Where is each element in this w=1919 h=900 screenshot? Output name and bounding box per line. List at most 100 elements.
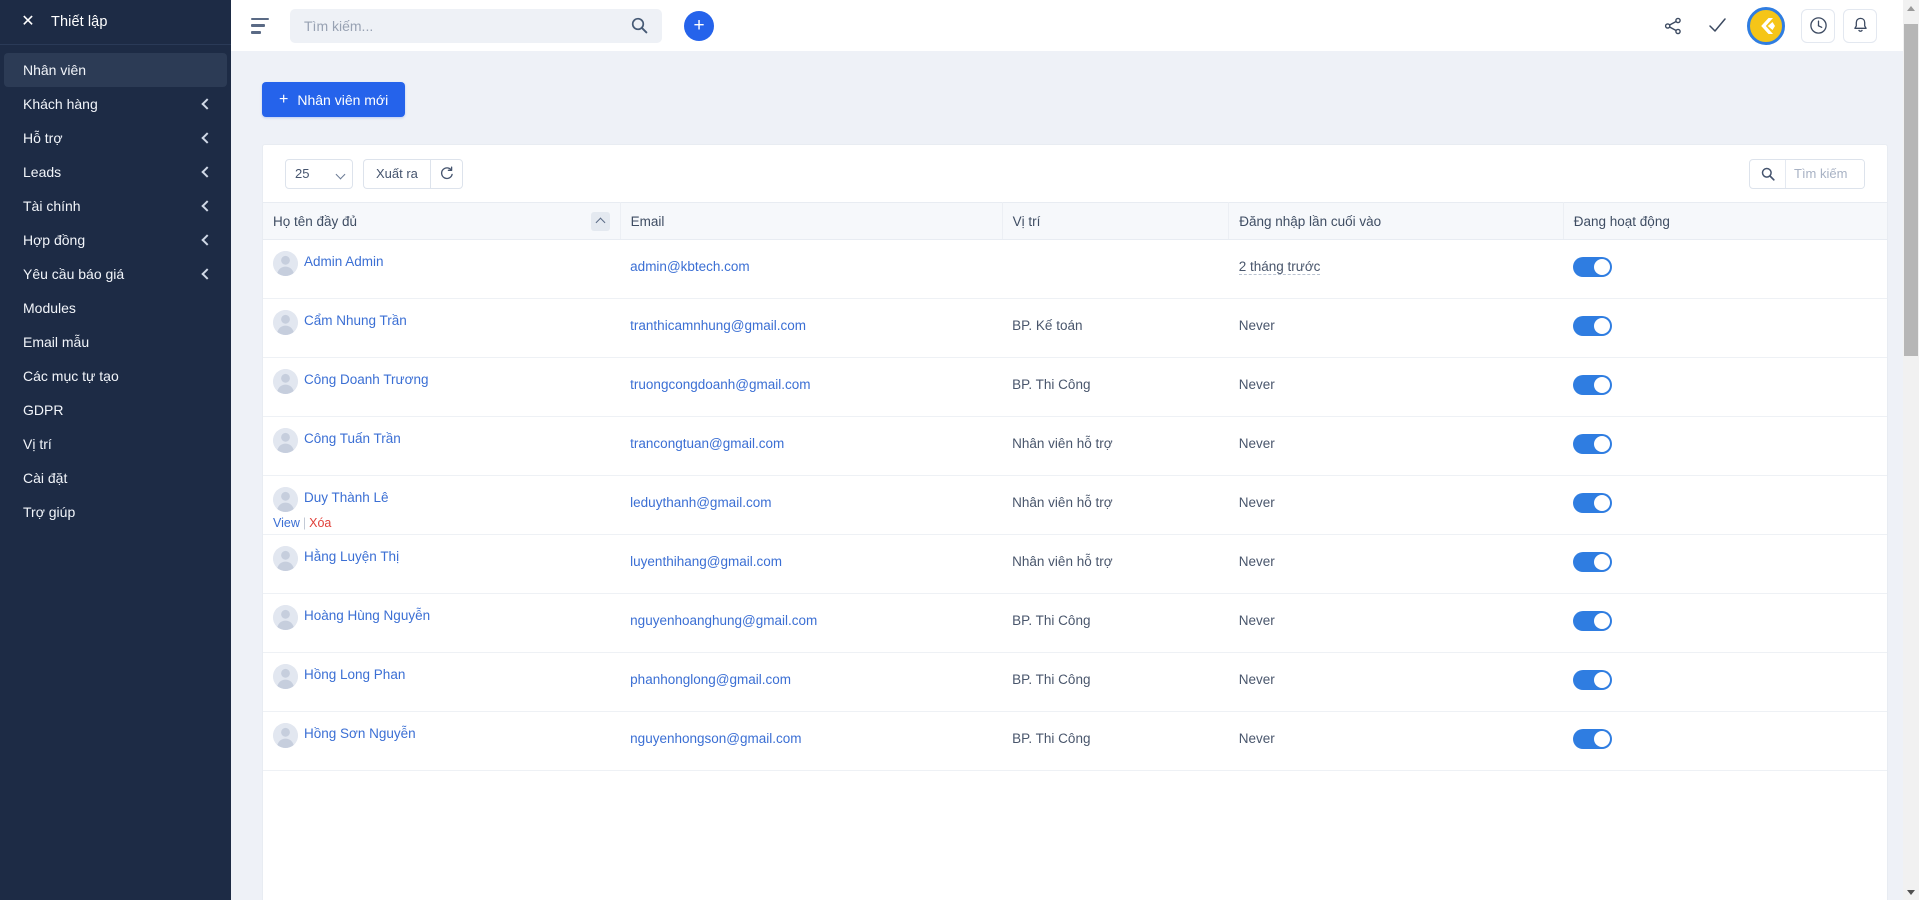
sidebar-item-label: Yêu cầu báo giá bbox=[23, 266, 201, 282]
table-row[interactable]: Công Tuấn Trầntrancongtuan@gmail.comNhân… bbox=[263, 417, 1887, 476]
active-toggle[interactable] bbox=[1573, 257, 1612, 277]
staff-name-link[interactable]: Hồng Sơn Nguyễn bbox=[304, 723, 416, 744]
table-row[interactable]: Hồng Long Phanphanhonglong@gmail.comBP. … bbox=[263, 653, 1887, 712]
active-toggle[interactable] bbox=[1573, 670, 1612, 690]
column-header-fullname[interactable]: Họ tên đầy đủ bbox=[263, 203, 620, 240]
table-row[interactable]: Công Doanh Trương truongcongdoanh@gmail.c… bbox=[263, 358, 1887, 417]
table-row[interactable]: Duy Thành LêView|Xóaleduythanh@gmail.com… bbox=[263, 476, 1887, 535]
scrollbar-thumb[interactable] bbox=[1904, 24, 1918, 356]
global-search[interactable] bbox=[290, 9, 662, 43]
sidebar-item-10[interactable]: GDPR bbox=[4, 393, 227, 427]
column-header-position[interactable]: Vị trí bbox=[1002, 203, 1229, 240]
scroll-down-arrow-icon[interactable] bbox=[1903, 884, 1919, 900]
sidebar-item-3[interactable]: Leads bbox=[4, 155, 227, 189]
sidebar-item-11[interactable]: Vị trí bbox=[4, 427, 227, 461]
cell-last-login: Never bbox=[1229, 653, 1564, 712]
active-toggle[interactable] bbox=[1573, 434, 1612, 454]
export-button[interactable]: Xuất ra bbox=[363, 159, 430, 189]
refresh-icon[interactable] bbox=[430, 159, 463, 189]
sidebar-item-6[interactable]: Yêu cầu báo giá bbox=[4, 257, 227, 291]
row-view-link[interactable]: View bbox=[273, 516, 300, 530]
check-icon[interactable] bbox=[1695, 4, 1739, 48]
toolbar-button-group: Xuất ra bbox=[363, 159, 463, 189]
staff-email-link[interactable]: nguyenhongson@gmail.com bbox=[630, 731, 801, 746]
staff-name-link[interactable]: Cẩm Nhung Trần bbox=[304, 310, 407, 331]
brand-avatar[interactable] bbox=[1747, 7, 1785, 45]
staff-email-link[interactable]: admin@kbtech.com bbox=[630, 259, 750, 274]
chevron-left-icon[interactable] bbox=[201, 235, 211, 245]
table-search-icon[interactable] bbox=[1750, 160, 1786, 188]
chevron-left-icon[interactable] bbox=[201, 201, 211, 211]
staff-email-link[interactable]: trancongtuan@gmail.com bbox=[630, 436, 784, 451]
cell-fullname: Hồng Sơn Nguyễn bbox=[263, 712, 620, 771]
active-toggle[interactable] bbox=[1573, 316, 1612, 336]
top-header: + bbox=[231, 0, 1919, 51]
staff-name-link[interactable]: Hồng Long Phan bbox=[304, 664, 405, 685]
sidebar-item-label: Modules bbox=[23, 300, 211, 316]
avatar-icon bbox=[273, 723, 298, 748]
sidebar-item-4[interactable]: Tài chính bbox=[4, 189, 227, 223]
table-row[interactable]: Hoàng Hùng Nguyễn nguyenhoanghung@gmail.c… bbox=[263, 594, 1887, 653]
chevron-left-icon[interactable] bbox=[201, 99, 211, 109]
table-row[interactable]: Hằng Luyện Thịluyenthihang@gmail.comNhân… bbox=[263, 535, 1887, 594]
column-header-last-login[interactable]: Đăng nhập lần cuối vào bbox=[1229, 203, 1564, 240]
staff-name-link[interactable]: Công Doanh Trương bbox=[304, 369, 428, 390]
sidebar-item-8[interactable]: Email mẫu bbox=[4, 325, 227, 359]
table-row[interactable]: Hồng Sơn Nguyễnnguyenhongson@gmail.comBP… bbox=[263, 712, 1887, 771]
table-search-input[interactable] bbox=[1786, 160, 1864, 188]
sort-asc-icon[interactable] bbox=[591, 212, 610, 231]
sidebar-item-2[interactable]: Hỗ trợ bbox=[4, 121, 227, 155]
active-toggle[interactable] bbox=[1573, 729, 1612, 749]
active-toggle[interactable] bbox=[1573, 493, 1612, 513]
search-input[interactable] bbox=[290, 18, 631, 34]
staff-email-link[interactable]: tranthicamnhung@gmail.com bbox=[630, 318, 806, 333]
cell-active bbox=[1563, 417, 1887, 476]
sidebar-item-12[interactable]: Cài đặt bbox=[4, 461, 227, 495]
page-scrollbar[interactable] bbox=[1903, 0, 1919, 900]
staff-name-link[interactable]: Hằng Luyện Thị bbox=[304, 546, 399, 567]
staff-name-link[interactable]: Duy Thành Lê bbox=[304, 487, 389, 508]
search-icon[interactable] bbox=[631, 17, 648, 34]
bell-icon[interactable] bbox=[1843, 9, 1877, 43]
staff-email-link[interactable]: leduythanh@gmail.com bbox=[630, 495, 771, 510]
sidebar-item-label: Hợp đồng bbox=[23, 232, 201, 248]
row-delete-link[interactable]: Xóa bbox=[309, 516, 331, 530]
chevron-left-icon[interactable] bbox=[201, 269, 211, 279]
cell-active bbox=[1563, 358, 1887, 417]
add-button[interactable]: + bbox=[684, 11, 714, 41]
sidebar-item-9[interactable]: Các mục tự tạo bbox=[4, 359, 227, 393]
clock-icon[interactable] bbox=[1801, 9, 1835, 43]
staff-email-link[interactable]: truongcongdoanh@gmail.com bbox=[630, 377, 810, 392]
sidebar-item-13[interactable]: Trợ giúp bbox=[4, 495, 227, 529]
staff-name-link[interactable]: Công Tuấn Trần bbox=[304, 428, 401, 449]
cell-active bbox=[1563, 594, 1887, 653]
page-length-select[interactable]: 102550100 bbox=[285, 159, 353, 189]
cell-last-login: 2 tháng trước bbox=[1229, 240, 1564, 299]
chevron-left-icon[interactable] bbox=[201, 167, 211, 177]
new-staff-button[interactable]: + Nhân viên mới bbox=[262, 82, 405, 117]
hamburger-icon[interactable] bbox=[251, 18, 271, 34]
column-header-active[interactable]: Đang hoạt động bbox=[1563, 203, 1887, 240]
close-icon[interactable]: ✕ bbox=[19, 14, 37, 30]
sidebar-item-label: Vị trí bbox=[23, 436, 211, 452]
active-toggle[interactable] bbox=[1573, 611, 1612, 631]
table-row[interactable]: Cẩm Nhung Trầntranthicamnhung@gmail.comB… bbox=[263, 299, 1887, 358]
sidebar-item-1[interactable]: Khách hàng bbox=[4, 87, 227, 121]
column-header-email[interactable]: Email bbox=[620, 203, 1002, 240]
staff-name-link[interactable]: Hoàng Hùng Nguyễn bbox=[304, 605, 430, 626]
table-search[interactable] bbox=[1749, 159, 1865, 189]
sidebar-item-7[interactable]: Modules bbox=[4, 291, 227, 325]
staff-email-link[interactable]: luyenthihang@gmail.com bbox=[630, 554, 782, 569]
chevron-left-icon[interactable] bbox=[201, 133, 211, 143]
table-row[interactable]: Admin Admin admin@kbtech.com 2 tháng trước bbox=[263, 240, 1887, 299]
share-icon[interactable] bbox=[1651, 4, 1695, 48]
staff-last-login[interactable]: 2 tháng trước bbox=[1239, 259, 1321, 275]
staff-name-link[interactable]: Admin Admin bbox=[304, 251, 384, 272]
active-toggle[interactable] bbox=[1573, 375, 1612, 395]
scroll-up-arrow-icon[interactable] bbox=[1903, 0, 1919, 16]
active-toggle[interactable] bbox=[1573, 552, 1612, 572]
staff-email-link[interactable]: nguyenhoanghung@gmail.com bbox=[630, 613, 817, 628]
staff-email-link[interactable]: phanhonglong@gmail.com bbox=[630, 672, 791, 687]
sidebar-item-0[interactable]: Nhân viên bbox=[4, 53, 227, 87]
sidebar-item-5[interactable]: Hợp đồng bbox=[4, 223, 227, 257]
